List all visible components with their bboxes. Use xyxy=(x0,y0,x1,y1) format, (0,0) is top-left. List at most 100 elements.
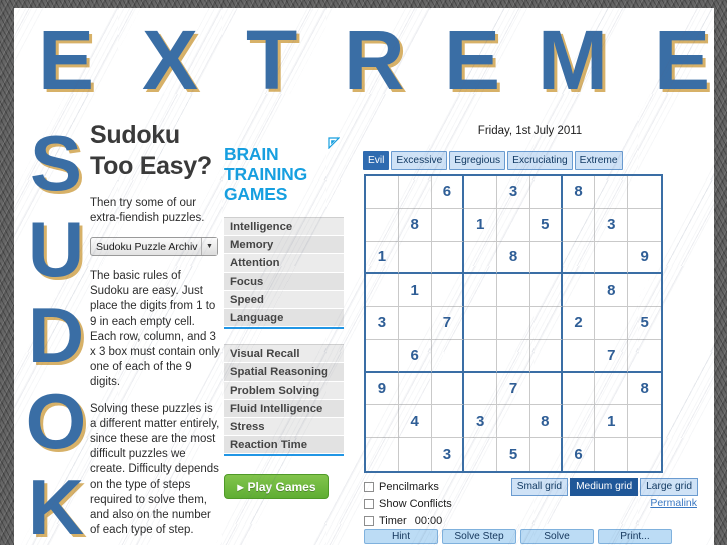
sudoku-cell-r8c3[interactable] xyxy=(431,405,465,439)
sudoku-cell-r3c9[interactable]: 9 xyxy=(628,242,661,275)
solvestep-button[interactable]: Solve Step xyxy=(442,529,516,544)
grid-size-small-button[interactable]: Small grid xyxy=(510,478,569,496)
sudoku-cell-r3c3[interactable] xyxy=(431,241,465,275)
ad-list-item[interactable]: Problem Solving xyxy=(224,381,344,400)
sudoku-cell-r1c2[interactable] xyxy=(398,176,432,209)
ad-list-item[interactable]: Memory xyxy=(224,236,344,255)
sudoku-cell-r2c5[interactable] xyxy=(497,208,530,242)
sudoku-cell-r5c7[interactable]: 2 xyxy=(562,307,596,340)
ad-list-item[interactable]: Fluid Intelligence xyxy=(224,399,344,418)
play-games-button[interactable]: ▸ Play Games xyxy=(224,474,329,500)
ad-list-item[interactable]: Intelligence xyxy=(224,218,344,237)
ad-list-item[interactable]: Stress xyxy=(224,417,344,437)
sudoku-cell-r6c3[interactable] xyxy=(431,339,465,373)
solve-button[interactable]: Solve xyxy=(520,529,594,544)
sudoku-cell-r9c5[interactable]: 5 xyxy=(497,438,530,471)
ad-list-item[interactable]: Visual Recall xyxy=(224,345,344,364)
sudoku-cell-r7c5[interactable]: 7 xyxy=(497,372,530,406)
sudoku-cell-r6c4[interactable] xyxy=(464,339,498,373)
checkbox-box[interactable] xyxy=(364,482,374,492)
hint-button[interactable]: Hint xyxy=(364,529,438,544)
sudoku-cell-r4c7[interactable] xyxy=(562,274,596,308)
checkbox-box[interactable] xyxy=(364,499,374,509)
sudoku-cell-r7c1[interactable]: 9 xyxy=(366,372,399,406)
sudoku-cell-r8c5[interactable] xyxy=(497,405,530,439)
sudoku-cell-r9c6[interactable] xyxy=(530,438,563,471)
sudoku-cell-r9c9[interactable] xyxy=(628,438,661,471)
sudoku-archive-select[interactable]: Sudoku Puzzle Archiv ▼ xyxy=(90,237,218,256)
print-button[interactable]: Print... xyxy=(598,529,672,544)
sudoku-cell-r2c2[interactable]: 8 xyxy=(398,208,432,242)
sudoku-cell-r4c3[interactable] xyxy=(431,274,465,308)
sudoku-cell-r9c1[interactable] xyxy=(366,438,399,471)
sudoku-cell-r2c6[interactable]: 5 xyxy=(529,208,563,242)
sudoku-cell-r7c8[interactable] xyxy=(595,372,629,406)
sudoku-cell-r3c5[interactable]: 8 xyxy=(497,241,530,275)
sudoku-cell-r5c3[interactable]: 7 xyxy=(431,307,465,340)
sudoku-cell-r7c9[interactable]: 8 xyxy=(628,373,661,406)
sudoku-cell-r3c4[interactable] xyxy=(464,241,498,275)
sudoku-cell-r6c2[interactable]: 6 xyxy=(398,339,432,373)
grid-size-medium-button[interactable]: Medium grid xyxy=(570,478,639,496)
sudoku-cell-r5c4[interactable] xyxy=(464,307,498,340)
difficulty-tab-extreme[interactable]: Extreme xyxy=(574,151,623,170)
grid-size-large-button[interactable]: Large grid xyxy=(640,478,698,496)
sudoku-cell-r9c3[interactable]: 3 xyxy=(432,438,465,471)
sudoku-cell-r1c8[interactable] xyxy=(595,176,629,209)
sudoku-cell-r6c7[interactable] xyxy=(562,339,596,373)
difficulty-tab-egregious[interactable]: Egregious xyxy=(449,151,506,170)
sudoku-cell-r9c2[interactable] xyxy=(399,438,432,471)
checkbox-timer[interactable]: Timer 00:00 xyxy=(364,514,700,528)
sudoku-cell-r3c8[interactable] xyxy=(595,241,629,275)
sudoku-cell-r3c7[interactable] xyxy=(562,241,596,275)
sudoku-cell-r1c7[interactable]: 8 xyxy=(562,176,596,209)
sudoku-cell-r1c1[interactable] xyxy=(366,176,399,209)
sudoku-cell-r4c5[interactable] xyxy=(497,274,530,308)
adchoices-triangle-icon[interactable] xyxy=(328,136,341,150)
sudoku-cell-r5c5[interactable] xyxy=(497,307,530,340)
sudoku-cell-r6c1[interactable] xyxy=(366,339,399,373)
sudoku-cell-r8c9[interactable] xyxy=(628,405,661,439)
sudoku-cell-r9c4[interactable] xyxy=(464,438,498,471)
sudoku-cell-r6c8[interactable]: 7 xyxy=(595,339,629,373)
sudoku-cell-r7c7[interactable] xyxy=(562,372,596,406)
sudoku-cell-r7c2[interactable] xyxy=(398,372,432,406)
sudoku-cell-r3c1[interactable]: 1 xyxy=(366,241,399,275)
difficulty-tab-evil[interactable]: Evil xyxy=(363,151,390,170)
sudoku-cell-r5c6[interactable] xyxy=(529,307,563,340)
chevron-down-icon[interactable]: ▼ xyxy=(201,238,217,255)
sudoku-cell-r1c9[interactable] xyxy=(628,176,661,209)
sudoku-cell-r4c1[interactable] xyxy=(366,274,399,308)
sudoku-cell-r5c9[interactable]: 5 xyxy=(628,307,661,340)
ad-list-item[interactable]: Spatial Reasoning xyxy=(224,363,344,382)
sudoku-cell-r2c7[interactable] xyxy=(562,208,596,242)
sudoku-cell-r8c4[interactable]: 3 xyxy=(464,405,498,439)
sudoku-cell-r7c4[interactable] xyxy=(464,372,498,406)
sudoku-cell-r5c1[interactable]: 3 xyxy=(366,307,399,340)
sudoku-cell-r7c6[interactable] xyxy=(529,372,563,406)
sudoku-cell-r7c3[interactable] xyxy=(431,372,465,406)
sudoku-cell-r4c9[interactable] xyxy=(628,274,661,308)
sudoku-cell-r4c8[interactable]: 8 xyxy=(595,274,629,308)
sudoku-cell-r9c7[interactable]: 6 xyxy=(563,438,596,471)
sudoku-cell-r2c1[interactable] xyxy=(366,208,399,242)
ad-list-item[interactable]: Speed xyxy=(224,290,344,309)
sudoku-cell-r8c7[interactable] xyxy=(562,405,596,439)
ad-list-item[interactable]: Attention xyxy=(224,254,344,273)
checkbox-box[interactable] xyxy=(364,516,374,526)
sudoku-cell-r8c1[interactable] xyxy=(366,405,399,439)
sudoku-cell-r6c5[interactable] xyxy=(497,339,530,373)
sudoku-cell-r2c4[interactable]: 1 xyxy=(464,208,498,242)
difficulty-tab-excessive[interactable]: Excessive xyxy=(391,151,448,170)
difficulty-tab-excruciating[interactable]: Excruciating xyxy=(507,151,573,170)
sudoku-cell-r6c9[interactable] xyxy=(628,340,661,373)
ad-list-item[interactable]: Focus xyxy=(224,272,344,291)
sudoku-cell-r4c4[interactable] xyxy=(464,274,498,308)
permalink-link[interactable]: Permalink xyxy=(650,497,697,509)
sudoku-cell-r2c3[interactable] xyxy=(431,208,465,242)
sudoku-cell-r2c8[interactable]: 3 xyxy=(595,208,629,242)
sudoku-cell-r9c8[interactable] xyxy=(595,438,629,471)
sudoku-grid[interactable]: 6388153189183725679784381356 xyxy=(364,174,663,473)
sudoku-cell-r8c2[interactable]: 4 xyxy=(398,405,432,439)
sudoku-cell-r3c6[interactable] xyxy=(529,241,563,275)
